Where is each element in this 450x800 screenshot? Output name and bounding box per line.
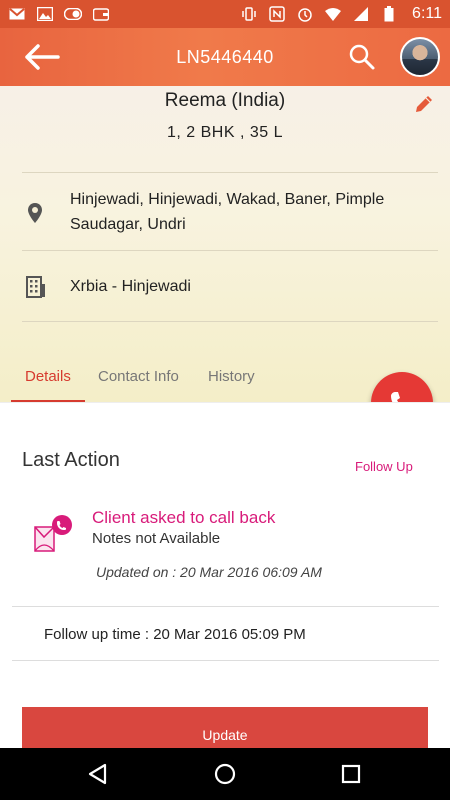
search-button[interactable]: [348, 43, 376, 71]
nav-recents-button[interactable]: [339, 762, 363, 786]
last-action-title: Last Action: [22, 449, 120, 471]
call-back-icon: [32, 513, 76, 557]
navigation-bar: [0, 748, 450, 800]
client-requirement: 1, 2 BHK , 35 L: [166, 124, 283, 141]
pencil-icon: [416, 96, 432, 112]
lead-id-title: LN5446440: [176, 47, 274, 67]
update-button[interactable]: Update: [22, 707, 428, 753]
triangle-back-icon: [88, 763, 107, 785]
app-bar: LN5446440: [0, 28, 450, 86]
lead-locations: Hinjewadi, Hinjewadi, Wakad, Baner, Pimp…: [70, 191, 385, 233]
status-bar: 6:11: [0, 0, 450, 28]
wifi-icon: [324, 6, 342, 22]
status-time: 6:11: [412, 5, 442, 22]
notification-icons: [8, 6, 110, 22]
lead-header: Reema (India) 1, 2 BHK , 35 L Hinjewadi,…: [0, 86, 450, 402]
nav-back-button[interactable]: [86, 762, 110, 786]
location-pin-icon: [24, 202, 46, 224]
circle-home-icon: [214, 763, 236, 785]
last-action-status: Client asked to call back: [92, 508, 276, 527]
nav-home-button[interactable]: [213, 762, 237, 786]
avatar[interactable]: [400, 37, 440, 77]
divider: [12, 606, 439, 607]
square-recents-icon: [341, 764, 361, 784]
toggle-icon: [64, 6, 82, 22]
lead-project: Xrbia - Hinjewadi: [70, 278, 191, 295]
signal-icon: [352, 6, 370, 22]
system-icons: 6:11: [240, 5, 442, 23]
tab-contact-info[interactable]: Contact Info: [98, 356, 179, 402]
search-icon: [349, 44, 375, 70]
follow-up-link[interactable]: Follow Up: [355, 459, 413, 474]
divider: [22, 172, 438, 173]
follow-up-time: Follow up time : 20 Mar 2016 05:09 PM: [44, 626, 306, 643]
divider: [12, 660, 439, 661]
last-action-notes: Notes not Available: [92, 530, 221, 547]
vibrate-icon: [240, 6, 258, 22]
divider: [22, 250, 438, 251]
details-panel: Last Action Follow Up Client asked to ca…: [0, 402, 450, 753]
divider: [22, 321, 438, 322]
gmail-icon: [8, 6, 26, 22]
wallet-icon: [92, 6, 110, 22]
tab-details[interactable]: Details: [11, 356, 85, 402]
tab-history[interactable]: History: [208, 356, 255, 402]
client-name: Reema (India): [164, 90, 286, 111]
nfc-icon: [268, 6, 286, 22]
alarm-icon: [296, 6, 314, 22]
edit-button[interactable]: [414, 94, 434, 114]
building-icon: [24, 276, 46, 298]
gallery-icon: [36, 6, 54, 22]
battery-icon: [380, 6, 398, 22]
last-action-updated: Updated on : 20 Mar 2016 06:09 AM: [96, 564, 322, 580]
